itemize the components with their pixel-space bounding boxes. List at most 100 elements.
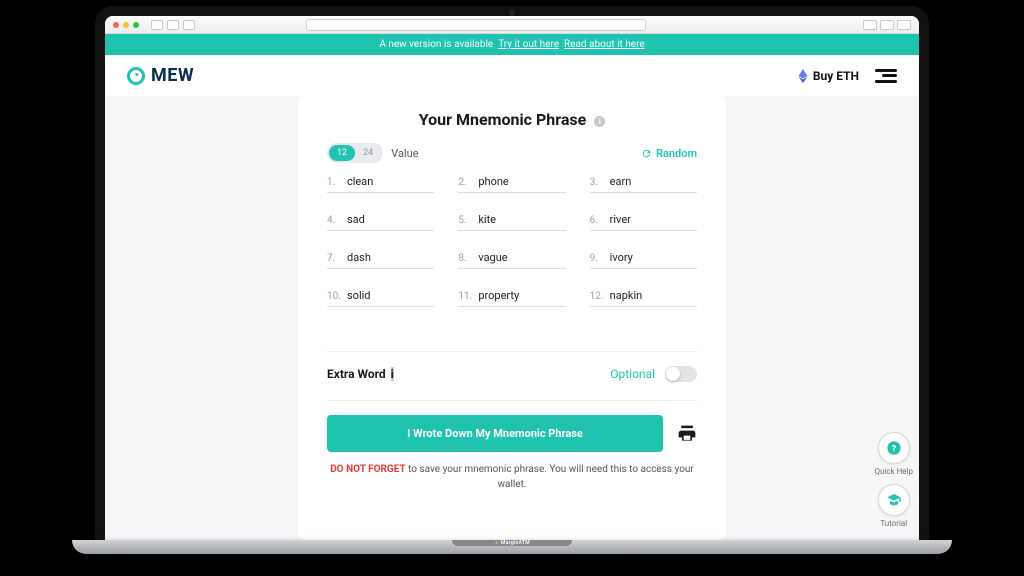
word-index: 2.	[458, 177, 472, 188]
screen-bezel: A new version is available Try it out he…	[95, 6, 929, 540]
mnemonic-word: 6. river	[590, 213, 697, 231]
browser-chrome	[105, 16, 919, 34]
word-index: 11.	[458, 291, 472, 302]
word-index: 3.	[590, 177, 604, 188]
warning-text: DO NOT FORGET to save your mnemonic phra…	[327, 462, 697, 492]
site-header: MEW Buy ETH	[105, 55, 919, 96]
mnemonic-word: 8. vague	[458, 251, 565, 269]
mnemonic-word: 10. solid	[327, 289, 434, 307]
address-bar[interactable]	[306, 19, 646, 31]
laptop-base: MarginATM	[72, 540, 952, 554]
word-value: phone	[478, 175, 508, 188]
word-index: 9.	[590, 253, 604, 264]
traffic-light-minimize[interactable]	[123, 22, 129, 28]
word-index: 8.	[458, 253, 472, 264]
mnemonic-word: 9. ivory	[590, 251, 697, 269]
optional-label: Optional	[610, 367, 655, 381]
mnemonic-word: 1. clean	[327, 175, 434, 193]
mnemonic-word: 7. dash	[327, 251, 434, 269]
word-index: 12.	[590, 291, 604, 302]
print-icon[interactable]	[677, 424, 697, 444]
banner-try-link[interactable]: Try it out here	[498, 39, 559, 50]
banner-text: A new version is available	[379, 39, 493, 50]
word-index: 6.	[590, 215, 604, 226]
refresh-icon	[641, 148, 652, 159]
watermark: MarginATM	[452, 540, 572, 546]
info-icon[interactable]: i	[594, 116, 605, 127]
word-index: 10.	[327, 291, 341, 302]
logo-icon	[127, 67, 145, 85]
extra-word-label: Extra Word i	[327, 367, 394, 381]
word-value: clean	[347, 175, 373, 188]
mnemonic-word: 5. kite	[458, 213, 565, 231]
mnemonic-word: 2. phone	[458, 175, 565, 193]
word-value: earn	[610, 175, 632, 188]
question-icon: ?	[886, 440, 902, 456]
laptop-mockup: A new version is available Try it out he…	[72, 6, 952, 566]
mnemonic-word: 11. property	[458, 289, 565, 307]
word-count-pill: 12 24	[327, 143, 383, 163]
logo-text: MEW	[151, 65, 194, 86]
toggle-12[interactable]: 12	[329, 145, 355, 161]
word-index: 7.	[327, 253, 341, 264]
wrote-down-button[interactable]: I Wrote Down My Mnemonic Phrase	[327, 415, 663, 452]
extra-word-row: Extra Word i Optional	[327, 351, 697, 400]
random-button[interactable]: Random	[641, 147, 697, 160]
word-value: napkin	[610, 289, 643, 302]
word-value: solid	[347, 289, 371, 302]
camera-dot	[509, 10, 515, 16]
tutorial-icon	[886, 492, 902, 508]
screen: A new version is available Try it out he…	[105, 16, 919, 540]
word-index: 5.	[458, 215, 472, 226]
mnemonic-word: 12. napkin	[590, 289, 697, 307]
version-banner: A new version is available Try it out he…	[105, 34, 919, 55]
nav-sidebar-button[interactable]	[183, 20, 195, 30]
word-value: kite	[478, 213, 496, 226]
toggle-24[interactable]: 24	[355, 145, 381, 161]
buy-eth-button[interactable]: Buy ETH	[798, 69, 859, 83]
nav-forward-button[interactable]	[167, 20, 179, 30]
nav-back-button[interactable]	[151, 20, 163, 30]
mnemonic-word: 3. earn	[590, 175, 697, 193]
word-index: 1.	[327, 177, 341, 188]
word-index: 4.	[327, 215, 341, 226]
word-value: ivory	[610, 251, 633, 264]
warning-rest: to save your mnemonic phrase. You will n…	[406, 464, 694, 490]
word-value: property	[478, 289, 519, 302]
menu-button[interactable]	[875, 69, 897, 83]
reader-button[interactable]	[863, 20, 877, 30]
warning-strong: DO NOT FORGET	[330, 464, 405, 475]
word-value: dash	[347, 251, 371, 264]
mnemonic-grid: 1. clean 2. phone 3. earn 4. sad 5. kite 6. river 7.…	[327, 175, 697, 307]
tutorial-label: Tutorial	[880, 519, 907, 528]
extra-word-toggle[interactable]	[665, 366, 697, 382]
floating-help: ? Quick Help Tutorial	[875, 432, 913, 528]
card-title-text: Your Mnemonic Phrase	[419, 110, 587, 129]
banner-read-link[interactable]: Read about it here	[564, 39, 645, 50]
random-label: Random	[656, 147, 697, 160]
card-title: Your Mnemonic Phrase i	[327, 110, 697, 129]
eth-icon	[798, 69, 808, 83]
controls-row: 12 24 Value Random	[327, 143, 697, 163]
share-button[interactable]	[880, 20, 894, 30]
extra-word-text: Extra Word	[327, 367, 386, 381]
buy-eth-label: Buy ETH	[813, 69, 859, 83]
word-value: river	[610, 213, 631, 226]
word-count-toggle: 12 24 Value	[327, 143, 419, 163]
action-row: I Wrote Down My Mnemonic Phrase	[327, 400, 697, 452]
page-body: Your Mnemonic Phrase i 12 24 Value	[105, 96, 919, 540]
value-label: Value	[391, 147, 418, 160]
traffic-light-zoom[interactable]	[133, 22, 139, 28]
mnemonic-word: 4. sad	[327, 213, 434, 231]
logo[interactable]: MEW	[127, 65, 194, 86]
watermark-text: MarginATM	[501, 540, 530, 546]
tabs-button[interactable]	[897, 20, 911, 30]
traffic-light-close[interactable]	[113, 22, 119, 28]
quick-help-button[interactable]: ? Quick Help	[875, 432, 913, 476]
tutorial-button[interactable]: Tutorial	[878, 484, 910, 528]
word-value: sad	[347, 213, 365, 226]
info-icon[interactable]: i	[391, 367, 394, 381]
word-value: vague	[478, 251, 507, 264]
quick-help-label: Quick Help	[875, 467, 913, 476]
svg-text:?: ?	[891, 443, 896, 454]
